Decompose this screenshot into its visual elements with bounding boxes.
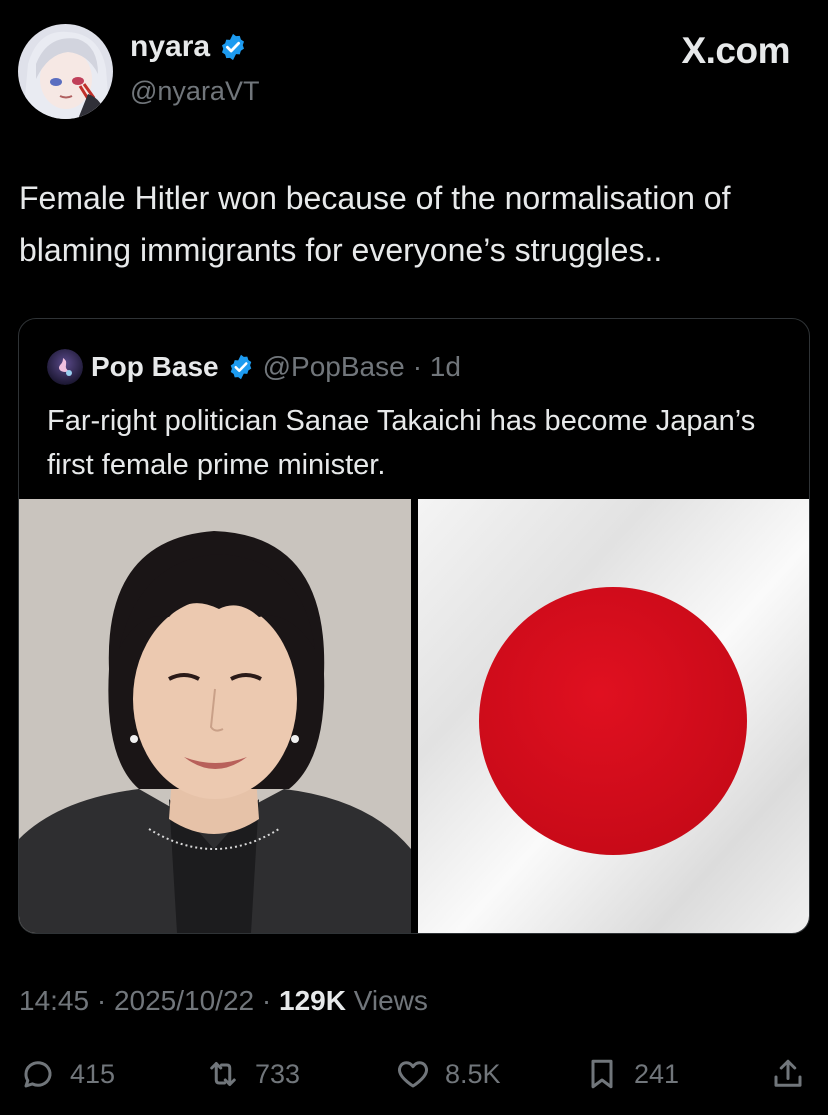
popbase-logo-icon [47, 349, 83, 385]
heart-icon [398, 1061, 428, 1088]
quoted-timestamp[interactable]: · 1d [413, 351, 461, 383]
tweet-time[interactable]: 14:45 [19, 985, 89, 1016]
author-display-name[interactable]: nyara [130, 30, 210, 64]
anime-avatar-image [18, 24, 113, 119]
japan-flag-graphic [418, 499, 809, 933]
repost-count: 733 [255, 1058, 301, 1089]
like-button[interactable]: 8.5K [395, 1052, 501, 1096]
share-icon [774, 1059, 802, 1087]
quoted-handle[interactable]: @PopBase [263, 351, 405, 383]
author-avatar[interactable] [18, 24, 113, 119]
tweet-text: Female Hitler won because of the normali… [19, 180, 731, 268]
quoted-tweet-text: Far-right politician Sanae Takaichi has … [47, 405, 756, 481]
reply-button[interactable]: 415 [20, 1052, 115, 1096]
portrait-photo[interactable] [19, 499, 411, 933]
repost-button[interactable]: 733 [205, 1052, 300, 1096]
verified-badge-icon [230, 354, 251, 380]
separator-dot: · [96, 985, 107, 1016]
x-logo: X.com [681, 30, 790, 71]
verified-badge-icon [222, 33, 245, 61]
views-label: Views [353, 985, 428, 1016]
quoted-tweet-header: Pop Base @PopBase · 1d [47, 349, 461, 385]
repost-icon [210, 1062, 236, 1086]
bookmark-icon [591, 1059, 613, 1089]
bookmark-button[interactable]: 241 [584, 1052, 679, 1096]
quoted-tweet-card[interactable]: Pop Base @PopBase · 1d Far-right politic… [18, 318, 810, 934]
views-count: 129K [279, 985, 346, 1016]
separator-dot: · [261, 985, 272, 1016]
portrait-image [19, 499, 411, 933]
tweet-date[interactable]: 2025/10/22 [114, 985, 254, 1016]
japan-flag-image[interactable] [418, 499, 809, 933]
tweet-metadata: 14:45 · 2025/10/22 · 129K Views [19, 985, 428, 1017]
quoted-display-name[interactable]: Pop Base [91, 351, 219, 383]
author-name-row[interactable]: nyara [130, 30, 248, 64]
reply-count: 415 [70, 1058, 116, 1089]
bookmark-count: 241 [634, 1058, 680, 1089]
like-count: 8.5K [445, 1058, 501, 1089]
reply-icon [24, 1061, 52, 1088]
author-handle[interactable]: @nyaraVT [130, 76, 259, 107]
quoted-author-avatar[interactable] [47, 349, 83, 385]
share-button[interactable] [770, 1052, 806, 1096]
